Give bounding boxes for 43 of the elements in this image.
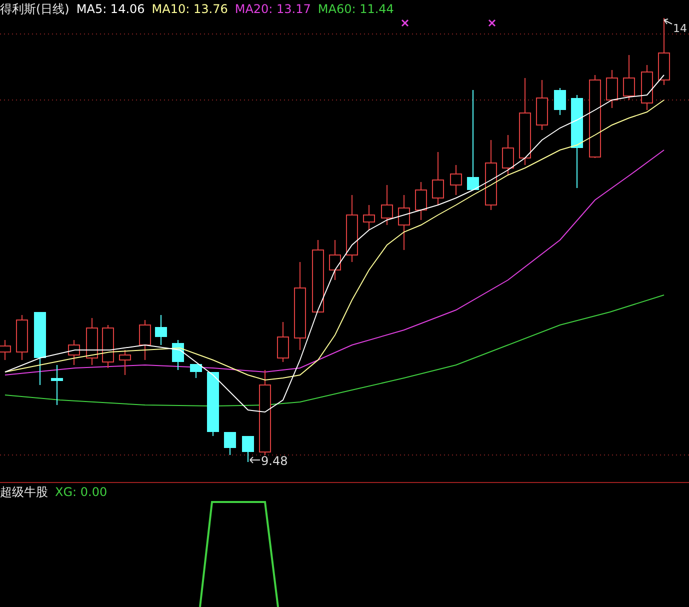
candlestick [623, 54, 635, 100]
chart-title: 得利斯(日线) [0, 0, 70, 18]
candlestick [398, 194, 410, 250]
indicator-value: MA20: 13.17 [234, 2, 311, 16]
indicator-value: MA60: 11.44 [318, 2, 394, 16]
indicator-title: 超级牛股 [0, 484, 48, 500]
candlestick [51, 364, 63, 406]
candlestick [432, 152, 444, 206]
candlestick [363, 204, 375, 230]
high-price-label: 14 [673, 22, 687, 35]
pointer-arrow-icon [664, 18, 672, 24]
cross-marker-icon [488, 19, 496, 27]
candlestick [277, 322, 289, 362]
candlestick [554, 88, 566, 116]
candlestick [242, 436, 254, 462]
indicator-value: XG: 0.00 [55, 485, 108, 499]
candlestick [415, 182, 427, 220]
candlestick [641, 64, 653, 110]
candlestick [207, 372, 219, 436]
low-price-label: 9.48 [261, 454, 288, 468]
candlestick [86, 318, 98, 366]
candlestick [139, 320, 151, 360]
candlestick [606, 70, 618, 108]
candlestick [381, 184, 393, 226]
candlestick [536, 80, 548, 130]
candlestick [329, 240, 341, 280]
indicator-value: MA10: 13.76 [152, 2, 228, 16]
candlestick [224, 432, 236, 456]
candlestick [155, 314, 167, 346]
candlestick [119, 350, 131, 376]
candlestick [502, 134, 514, 176]
candlestick [346, 194, 358, 262]
cross-marker-icon [401, 19, 409, 27]
candlestick [658, 18, 670, 86]
candlestick [190, 364, 202, 378]
indicator-value: MA5: 14.06 [76, 2, 145, 16]
candlestick [172, 340, 184, 370]
pointer-arrow-icon [250, 456, 260, 464]
candlestick [16, 314, 28, 360]
candlestick [68, 340, 80, 366]
candlestick [102, 324, 114, 368]
candlestick [450, 164, 462, 196]
candlestick [485, 140, 497, 210]
